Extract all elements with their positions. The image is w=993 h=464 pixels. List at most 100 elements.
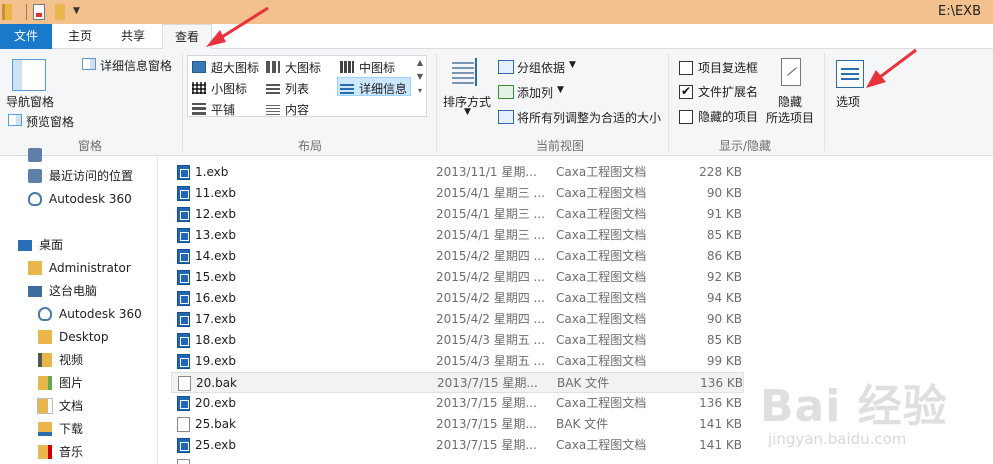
nav-label: 桌面: [39, 238, 64, 252]
table-row[interactable]: 20.bak 2013/7/15 星期... BAK 文件 136 KB: [171, 372, 744, 393]
exb-file-icon: [177, 228, 190, 243]
list-icon: [266, 82, 280, 94]
cloud-icon: [38, 307, 52, 321]
tab-share[interactable]: 共享: [108, 24, 158, 49]
add-columns-chevron-down-icon[interactable]: ▼: [557, 85, 564, 95]
file-name: 20.exb: [195, 396, 236, 410]
add-columns-button[interactable]: 添加列: [517, 84, 553, 101]
extra-large-icons-icon: [192, 61, 206, 73]
exb-file-icon: [177, 207, 190, 222]
table-row[interactable]: 15.exb 2015/4/2 星期四 ... Caxa工程图文档 92 KB: [171, 267, 744, 288]
picture-folder-icon: [38, 376, 52, 390]
layout-medium-icons[interactable]: 中图标: [359, 59, 395, 76]
recent-icon: [28, 169, 42, 183]
file-name: 25.bak: [195, 417, 237, 431]
group-by-chevron-down-icon[interactable]: ▼: [569, 60, 576, 70]
file-size: 90 KB: [706, 186, 742, 200]
table-row[interactable]: 11.exb 2015/4/1 星期三 ... Caxa工程图文档 90 KB: [171, 183, 744, 204]
fit-columns-icon: [498, 110, 514, 124]
nav-label: 音乐: [59, 445, 84, 459]
layout-large-icons[interactable]: 大图标: [285, 59, 321, 76]
desktop-icon: [18, 240, 32, 251]
file-date: 2015/4/1 星期三 ...: [436, 186, 545, 200]
nav-label: 视频: [59, 353, 84, 367]
properties-icon[interactable]: [33, 4, 45, 20]
group-divider: [824, 53, 825, 151]
computer-icon: [28, 286, 42, 297]
fit-columns-button[interactable]: 将所有列调整为合适的大小: [517, 109, 661, 126]
table-row[interactable]: 1.exb 2013/11/1 星期... Caxa工程图文档 228 KB: [171, 162, 744, 183]
layout-extra-large-icons[interactable]: 超大图标: [211, 59, 259, 76]
file-name: 1.exb: [195, 165, 229, 179]
group-divider: [436, 53, 437, 151]
folder-icon[interactable]: [2, 4, 12, 20]
hide-selected-button[interactable]: 隐藏: [778, 93, 802, 110]
file-size: 92 KB: [706, 270, 742, 284]
table-row[interactable]: 12.exb 2015/4/1 星期三 ... Caxa工程图文档 91 KB: [171, 204, 744, 225]
tab-home[interactable]: 主页: [56, 24, 104, 49]
layout-small-icons[interactable]: 小图标: [211, 80, 247, 97]
file-size: 228 KB: [699, 165, 742, 179]
layout-tiles[interactable]: 平铺: [211, 101, 235, 118]
options-icon: [836, 60, 864, 88]
nav-label: Autodesk 360: [59, 307, 142, 321]
details-pane-button[interactable]: 详细信息窗格: [100, 57, 172, 74]
group-divider: [182, 53, 183, 151]
table-row[interactable]: 20.exb 2013/7/15 星期... Caxa工程图文档 136 KB: [171, 393, 744, 414]
table-row[interactable]: 13.exb 2015/4/1 星期三 ... Caxa工程图文档 85 KB: [171, 225, 744, 246]
file-size: 94 KB: [706, 291, 742, 305]
nav-label: 图片: [59, 376, 84, 390]
file-date: 2015/4/2 星期四 ...: [436, 270, 545, 284]
tab-view[interactable]: 查看: [162, 24, 212, 50]
navigation-pane: 最近访问的位置 Autodesk 360 桌面 Administrator 这台…: [0, 148, 158, 464]
group-label-current-view: 当前视图: [535, 139, 584, 153]
file-name: 20.bak: [196, 376, 238, 390]
nav-item-partial[interactable]: [24, 145, 154, 165]
file-name: 16.exb: [195, 291, 236, 305]
tiles-icon: [192, 103, 206, 115]
exb-file-icon: [177, 165, 190, 180]
item-checkboxes-checkbox[interactable]: [679, 61, 693, 75]
table-row[interactable]: 14.exb 2015/4/2 星期四 ... Caxa工程图文档 86 KB: [171, 246, 744, 267]
table-row[interactable]: 25.exb 2013/7/15 星期... Caxa工程图文档 141 KB: [171, 435, 744, 456]
file-size: 90 KB: [706, 312, 742, 326]
video-folder-icon: [38, 353, 52, 367]
hidden-items-label: 隐藏的项目: [698, 110, 759, 124]
table-row[interactable]: 19.exb 2015/4/3 星期五 ... Caxa工程图文档 99 KB: [171, 351, 744, 372]
exb-file-icon: [177, 186, 190, 201]
table-row[interactable]: 17.exb 2015/4/2 星期四 ... Caxa工程图文档 90 KB: [171, 309, 744, 330]
file-type: Caxa工程图文档: [556, 354, 647, 368]
navigation-pane-button[interactable]: 导航窗格: [6, 93, 54, 110]
new-folder-icon[interactable]: [55, 4, 65, 20]
watermark-url: jingyan.baidu.com: [768, 430, 907, 448]
table-row-partial[interactable]: [171, 456, 744, 464]
layout-details[interactable]: 详细信息: [359, 80, 407, 97]
layout-gallery-scroll[interactable]: ▲ ▼ ▾: [414, 56, 426, 118]
file-type: Caxa工程图文档: [556, 207, 647, 221]
file-type: Caxa工程图文档: [556, 249, 647, 263]
group-by-button[interactable]: 分组依据: [517, 59, 565, 76]
layout-content[interactable]: 内容: [285, 101, 309, 118]
exb-file-icon: [177, 291, 190, 306]
file-name: 14.exb: [195, 249, 236, 263]
table-row[interactable]: 16.exb 2015/4/2 星期四 ... Caxa工程图文档 94 KB: [171, 288, 744, 309]
item-checkboxes-label: 项目复选框: [698, 61, 759, 75]
navigation-pane-icon[interactable]: [12, 59, 46, 91]
file-extensions-checkbox[interactable]: [679, 84, 693, 99]
layout-list[interactable]: 列表: [285, 80, 309, 97]
file-size: 141 KB: [699, 417, 742, 431]
table-row[interactable]: 25.bak 2013/7/15 星期... BAK 文件 141 KB: [171, 414, 744, 435]
customize-toolbar-chevron-down-icon[interactable]: ▼: [73, 6, 80, 16]
group-label-show-hide: 显示/隐藏: [718, 139, 772, 153]
file-size: 136 KB: [699, 396, 742, 410]
hide-selected-button-line2[interactable]: 所选项目: [766, 109, 814, 126]
file-name: 17.exb: [195, 312, 236, 326]
sort-by-chevron-down-icon[interactable]: ▼: [464, 107, 471, 117]
table-row[interactable]: 18.exb 2015/4/3 星期五 ... Caxa工程图文档 85 KB: [171, 330, 744, 351]
folder-icon: [38, 330, 52, 344]
file-type: BAK 文件: [556, 417, 609, 431]
options-button[interactable]: 选项: [836, 93, 860, 110]
preview-pane-button[interactable]: 预览窗格: [26, 113, 74, 130]
hidden-items-checkbox[interactable]: [679, 110, 693, 124]
tab-file[interactable]: 文件: [0, 24, 52, 49]
